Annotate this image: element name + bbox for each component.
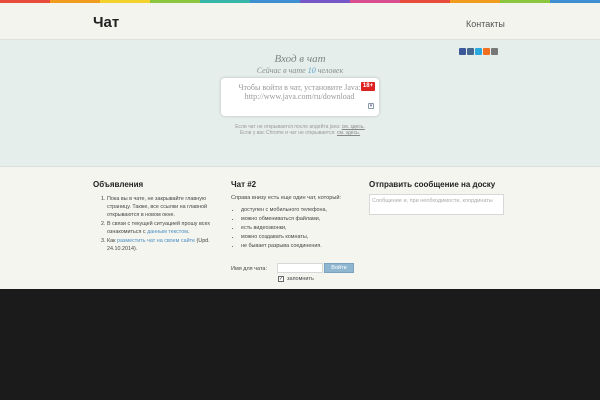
chat2-title: Чат #2 [231,180,257,189]
help-chrome-link[interactable]: см. здесь. [337,130,360,136]
list-item: не бывает разрыва соединения. [241,242,361,251]
online-prefix: Сейчас в чате [256,66,306,75]
login-title: Вход в чат [274,53,326,65]
list-item: есть видеозвонки, [241,224,361,233]
header: Чат Контакты [0,3,600,40]
chat2-intro: Справа внизу есть еще один чат, который: [231,195,342,201]
help-line-chrome: Если у вас Chrome и чат не открывается: … [0,130,600,136]
age-rating-badge: 18+ [361,82,375,91]
scroll-down-icon[interactable]: ▾ [368,103,374,109]
chat-name-input[interactable] [277,263,323,273]
announcements-column: Объявления Пока вы в чате, не закрывайте… [93,180,218,254]
list-item: доступен с мобильного телефона, [241,206,361,215]
send-message-title: Отправить сообщение на доску [369,180,496,189]
content-section: Объявления Пока вы в чате, не закрывайте… [0,167,600,289]
online-status: Сейчас в чате 10 человек [0,66,600,75]
item3-text: Как [107,238,116,244]
chat2-features: доступен с мобильного телефона, можно об… [231,206,361,251]
list-item: Как разместить чат на своем сайте (Upd. … [107,237,218,253]
help-chrome-text: Если у вас Chrome и чат не открывается: [239,130,336,136]
message-input[interactable]: Сообщение и, при необходимости, координа… [369,194,504,215]
chat2-column: Чат #2 Справа внизу есть еще один чат, к… [231,180,361,251]
announcements-title: Объявления [93,180,144,189]
list-item: можно создавать комнаты, [241,233,361,242]
embed-chat-link[interactable]: разместить чат на своем сайте [117,238,195,244]
footer [0,289,600,400]
chat-name-label: Имя для чата: [231,266,268,272]
online-count: 10 [307,66,316,75]
remember-checkbox[interactable]: ✓ [278,276,284,282]
java-install-message: Чтобы войти в чат, установите Java: http… [238,83,361,101]
list-item: можно обмениваться файлами, [241,215,361,224]
list-item: Пока вы в чате, не закрывайте главную ст… [107,195,218,219]
list-item: В связи с текущей ситуацией прошу всех о… [107,220,218,236]
item2-end: . [187,229,190,235]
announcements-list: Пока вы в чате, не закрывайте главную ст… [93,195,218,253]
remember-label: запомнить [287,276,314,282]
notice-text-link[interactable]: данным текстом [147,229,188,235]
login-button[interactable]: Войти [324,263,354,273]
online-suffix: человек [317,66,344,75]
java-applet-box[interactable]: Чтобы войти в чат, установите Java: http… [221,78,379,116]
nav-contacts-link[interactable]: Контакты [466,19,505,29]
send-message-column: Отправить сообщение на доску Сообщение и… [369,180,505,215]
login-section: Вход в чат Сейчас в чате 10 человек Чтоб… [0,40,600,167]
site-logo[interactable]: Чат [93,14,119,31]
